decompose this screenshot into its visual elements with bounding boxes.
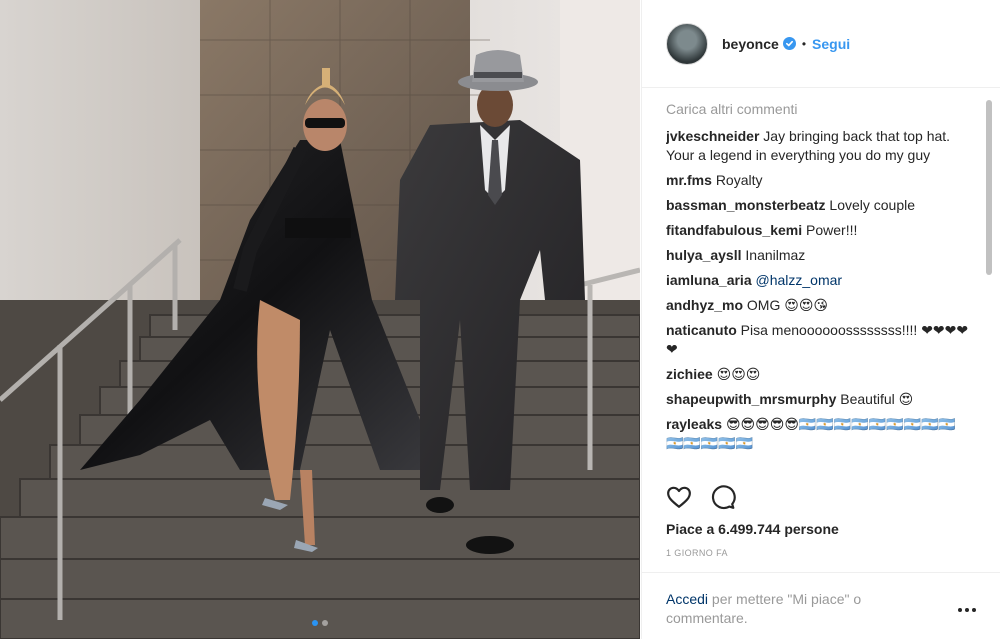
load-more-comments-link[interactable]: Carica altri commenti — [666, 100, 972, 119]
likes-count[interactable]: Piace a 6.499.744 persone — [666, 521, 839, 537]
comment-item: naticanuto Pisa menoooooossssssss!!!! ❤❤… — [666, 321, 972, 359]
separator-dot: • — [801, 36, 807, 51]
login-prompt-bar: Accedi per mettere "Mi piace" o commenta… — [642, 572, 1000, 639]
comment-author[interactable]: rayleaks — [666, 416, 722, 432]
post-actions — [666, 484, 736, 510]
comment-icon[interactable] — [710, 484, 736, 510]
comment-text: Inanilmaz — [745, 247, 806, 263]
comment-author[interactable]: zichiee — [666, 366, 713, 382]
comment-text: Royalty — [715, 172, 763, 188]
post-image — [0, 0, 640, 639]
heart-icon[interactable] — [666, 484, 692, 510]
more-dot-icon — [958, 608, 962, 612]
verified-badge-icon — [782, 37, 796, 50]
comment-author[interactable]: hulya_aysll — [666, 247, 742, 263]
post-header: beyonce • Segui — [642, 0, 1000, 88]
comment-item: mr.fms Royalty — [666, 171, 972, 190]
follow-button[interactable]: Segui — [812, 36, 850, 52]
comment-text: 😍😍😍 — [716, 366, 761, 382]
carousel-dot — [312, 620, 318, 626]
post-details-panel: beyonce • Segui Carica altri commenti jv… — [641, 0, 1000, 639]
comment-mention-link[interactable]: @halzz_omar — [756, 272, 843, 288]
more-dot-icon — [965, 608, 969, 612]
scrollbar-thumb[interactable] — [986, 100, 992, 275]
comment-text: Lovely couple — [829, 197, 916, 213]
post-photo[interactable] — [0, 0, 640, 639]
more-dot-icon — [972, 608, 976, 612]
comment-item: andhyz_mo OMG 😍😍😘 — [666, 296, 972, 315]
carousel-indicator — [0, 620, 640, 626]
login-prompt: Accedi per mettere "Mi piace" o commenta… — [666, 590, 906, 628]
comment-author[interactable]: fitandfabulous_kemi — [666, 222, 802, 238]
login-link[interactable]: Accedi — [666, 591, 708, 607]
comment-item: bassman_monsterbeatz Lovely couple — [666, 196, 972, 215]
comment-item: shapeupwith_mrsmurphy Beautiful 😍 — [666, 390, 972, 409]
comment-author[interactable]: shapeupwith_mrsmurphy — [666, 391, 836, 407]
comment-author[interactable]: naticanuto — [666, 322, 737, 338]
comment-item: zichiee 😍😍😍 — [666, 365, 972, 384]
comment-item: hulya_aysll Inanilmaz — [666, 246, 972, 265]
comment-author[interactable]: jvkeschneider — [666, 128, 759, 144]
comment-author[interactable]: mr.fms — [666, 172, 712, 188]
comments-scrollbar[interactable] — [984, 100, 992, 475]
post-timestamp[interactable]: 1 GIORNO FA — [666, 548, 728, 558]
comment-text: Beautiful 😍 — [840, 391, 914, 407]
avatar[interactable] — [666, 22, 708, 65]
username-link[interactable]: beyonce — [722, 36, 779, 52]
comment-item: rayleaks 😎😎😎😎😎🇦🇷🇦🇷🇦🇷🇦🇷🇦🇷🇦🇷🇦🇷🇦🇷🇦🇷🇦🇷🇦🇷🇦🇷🇦🇷… — [666, 415, 972, 453]
comment-author[interactable]: andhyz_mo — [666, 297, 743, 313]
comment-item: jvkeschneider Jay bringing back that top… — [666, 127, 972, 165]
carousel-dot — [322, 620, 328, 626]
comment-author[interactable]: iamluna_aria — [666, 272, 752, 288]
comment-text: OMG 😍😍😘 — [746, 297, 829, 313]
comment-item: iamluna_aria @halzz_omar — [666, 271, 972, 290]
comment-item: fitandfabulous_kemi Power!!! — [666, 221, 972, 240]
comment-author[interactable]: bassman_monsterbeatz — [666, 197, 826, 213]
more-options-button[interactable] — [958, 605, 976, 615]
comments-list[interactable]: Carica altri commenti jvkeschneider Jay … — [666, 100, 972, 475]
comment-text: Power!!! — [806, 222, 858, 238]
